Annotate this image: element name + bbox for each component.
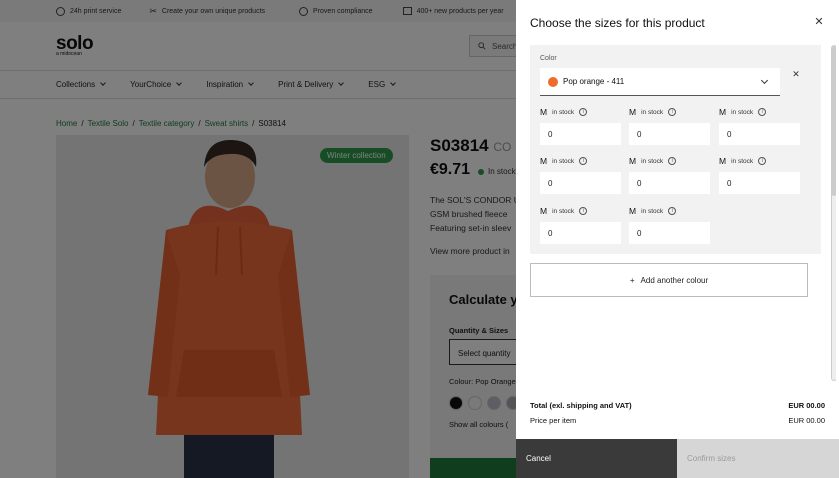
cancel-button[interactable]: Cancel: [516, 439, 677, 478]
drawer-title: Choose the sizes for this product: [530, 16, 705, 30]
confirm-sizes-button[interactable]: Confirm sizes: [677, 439, 839, 478]
info-icon[interactable]: i: [758, 108, 767, 116]
color-select[interactable]: Pop orange - 411: [540, 68, 780, 96]
add-colour-label: Add another colour: [640, 275, 709, 285]
price-per-item-row: Price per item EUR 00.00: [530, 413, 825, 428]
price-per-item-value: EUR 00.00: [788, 416, 825, 425]
close-icon: ✕: [792, 69, 800, 79]
info-icon[interactable]: i: [668, 207, 677, 215]
size-stock-status: in stock: [552, 157, 575, 165]
size-cell: M in stock i: [719, 155, 800, 194]
size-label: M: [540, 107, 548, 117]
drawer-scroll-area[interactable]: Color Pop orange - 411 ✕ M in stock i 0 …: [530, 45, 836, 381]
total-value: EUR 00.00: [788, 401, 825, 410]
plus-icon: +: [629, 275, 635, 285]
size-label: M: [629, 206, 637, 216]
info-icon[interactable]: i: [579, 108, 588, 116]
size-drawer: Choose the sizes for this product ✕ Colo…: [516, 0, 839, 478]
size-stock-status: in stock: [641, 108, 664, 116]
size-cell: M in stock i: [719, 106, 800, 145]
size-stock-status: in stock: [731, 108, 754, 116]
size-header: M in stock i: [540, 205, 621, 217]
size-label: M: [540, 156, 548, 166]
size-quantity-input[interactable]: [540, 123, 621, 145]
size-quantity-input[interactable]: [629, 172, 710, 194]
size-stock-status: in stock: [552, 207, 575, 215]
color-field-label: Color: [540, 55, 557, 62]
totals-section: Total (exl. shipping and VAT) EUR 00.00 …: [530, 398, 825, 428]
color-size-panel: Color Pop orange - 411 ✕ M in stock i 0 …: [530, 45, 821, 254]
info-icon[interactable]: i: [579, 207, 588, 215]
size-cell: M in stock i: [629, 205, 710, 244]
size-quantity-input[interactable]: [719, 123, 800, 145]
size-cell: M in stock i: [540, 155, 621, 194]
chevron-down-icon: [760, 76, 769, 85]
scrollbar[interactable]: [831, 45, 836, 381]
close-icon: ✕: [814, 16, 824, 28]
size-header: M in stock i: [629, 106, 710, 118]
size-header: M in stock i: [540, 155, 621, 167]
info-icon[interactable]: i: [579, 157, 588, 165]
size-cell: M in stock i: [629, 106, 710, 145]
scrollbar-thumb[interactable]: [832, 46, 836, 196]
size-header: M in stock i: [629, 205, 710, 217]
size-header: M in stock i: [719, 155, 800, 167]
size-quantity-input[interactable]: [540, 172, 621, 194]
size-quantity-input[interactable]: [629, 222, 710, 244]
size-label: M: [540, 206, 548, 216]
price-per-item-label: Price per item: [530, 416, 577, 425]
remove-color-button[interactable]: ✕: [790, 69, 802, 80]
size-quantity-input[interactable]: [719, 172, 800, 194]
total-row: Total (exl. shipping and VAT) EUR 00.00: [530, 398, 825, 413]
info-icon[interactable]: i: [668, 157, 677, 165]
size-stock-status: in stock: [731, 157, 754, 165]
size-label: M: [629, 107, 637, 117]
size-cell: M in stock i: [540, 205, 621, 244]
size-stock-status: in stock: [552, 108, 575, 116]
add-another-colour-button[interactable]: + Add another colour: [530, 263, 808, 297]
close-button[interactable]: ✕: [812, 15, 826, 29]
size-stock-status: in stock: [641, 157, 664, 165]
size-quantity-input[interactable]: [540, 222, 621, 244]
size-label: M: [629, 156, 637, 166]
size-header: M in stock i: [719, 106, 800, 118]
size-cell: M in stock i: [540, 106, 621, 145]
size-label: M: [719, 107, 727, 117]
size-cell: M in stock i: [629, 155, 710, 194]
color-select-value: Pop orange - 411: [563, 77, 625, 86]
size-label: M: [719, 156, 727, 166]
info-icon[interactable]: i: [668, 108, 677, 116]
color-swatch-icon: [548, 76, 558, 87]
size-stock-status: in stock: [641, 207, 664, 215]
info-icon[interactable]: i: [758, 157, 767, 165]
size-quantity-input[interactable]: [629, 123, 710, 145]
size-header: M in stock i: [540, 106, 621, 118]
size-header: M in stock i: [629, 155, 710, 167]
total-label: Total (exl. shipping and VAT): [530, 401, 632, 410]
